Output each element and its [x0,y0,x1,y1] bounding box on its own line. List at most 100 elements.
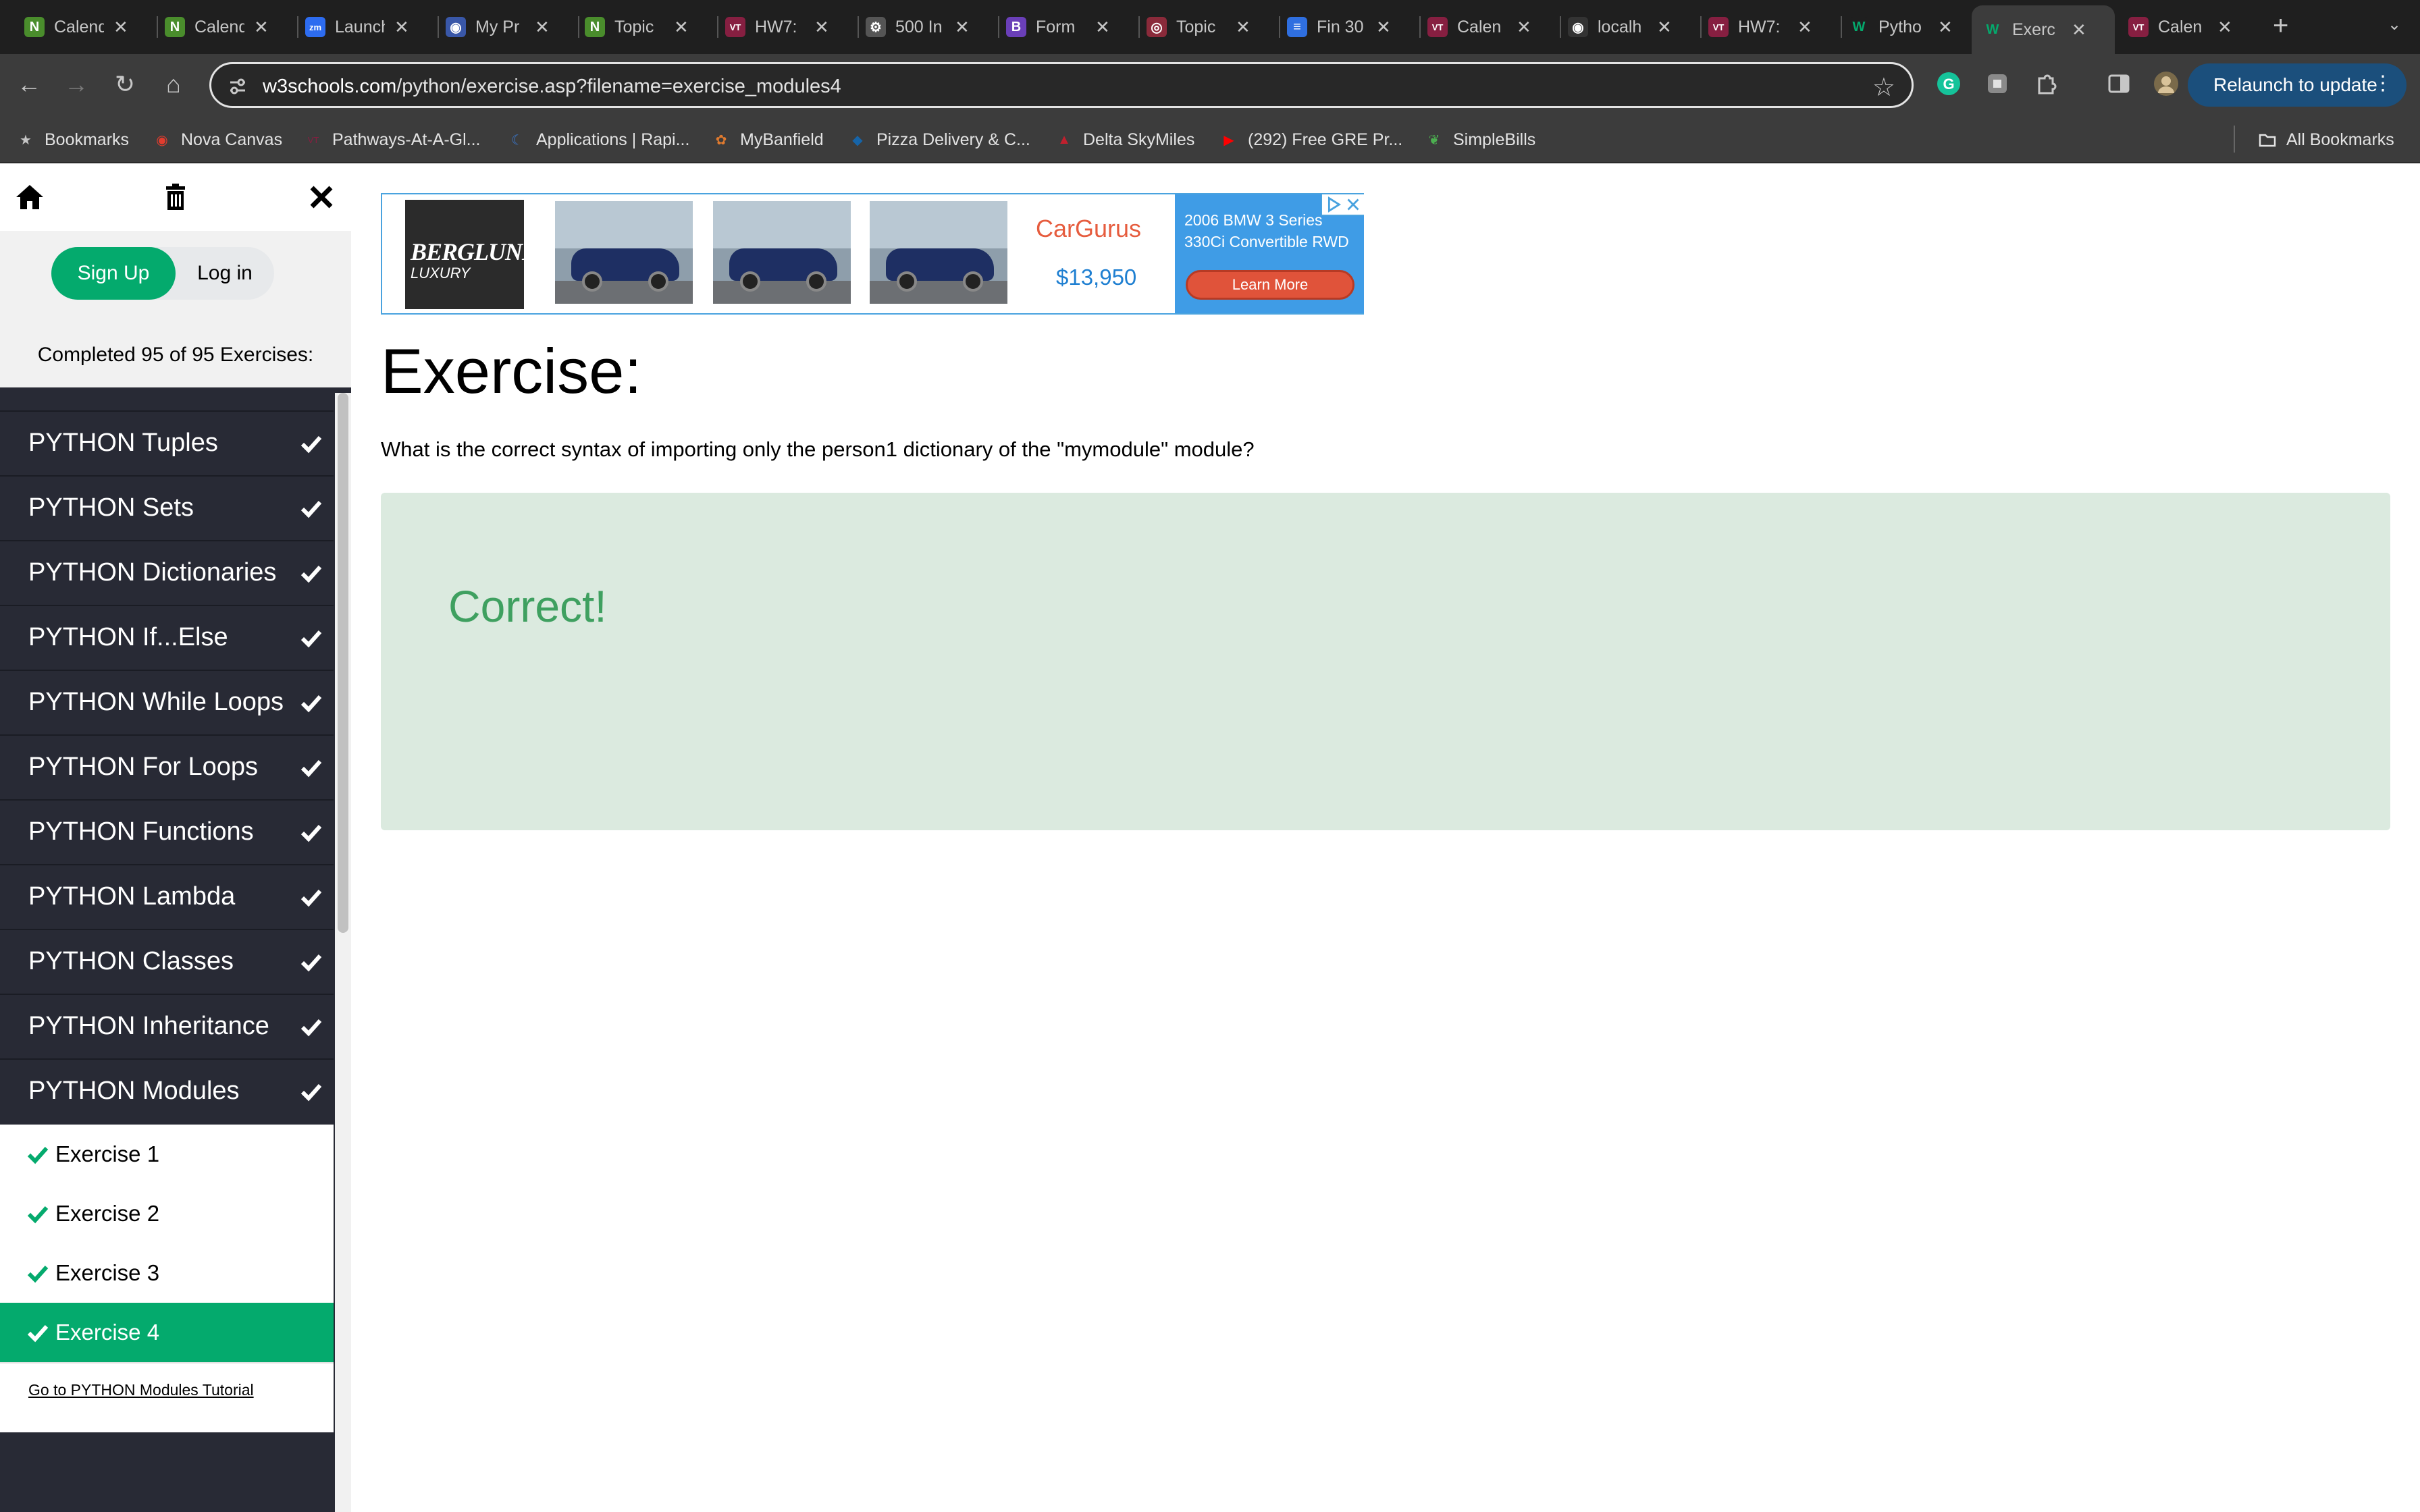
browser-tab[interactable]: B Form ✕ [1006,8,1110,46]
tab-close-icon[interactable]: ✕ [1376,17,1391,38]
browser-tab[interactable]: VT HW7: ✕ [1708,8,1812,46]
w3schools-icon: W [1849,17,1869,37]
advertisement-banner[interactable]: BERGLUND LUXURY CarGurus $13,950 2006 BM… [381,193,1364,315]
sidebar-scrollbar[interactable] [335,393,351,1512]
sidebar-category[interactable]: PYTHON If...Else [0,605,334,668]
relaunch-button[interactable]: Relaunch to update ⋮ [2188,63,2406,107]
tab-close-icon[interactable]: ✕ [394,17,409,38]
bookmark-item[interactable]: VT Pathways-At-A-Gl... [304,128,481,151]
tab-close-icon[interactable]: ✕ [955,17,970,38]
browser-tab[interactable]: ⚙ 500 In ✕ [866,8,970,46]
sidebar-category[interactable]: PYTHON While Loops [0,670,334,733]
tab-close-icon[interactable]: ✕ [1236,17,1251,38]
browser-tab[interactable]: ≡ Fin 30 ✕ [1287,8,1391,46]
tab-separator [858,16,859,38]
exercise-label: Exercise 1 [55,1141,160,1166]
more-icon[interactable]: ⋮ [2373,72,2393,95]
tab-separator [1138,16,1140,38]
ad-learn-more-button[interactable]: Learn More [1186,270,1354,300]
profile-avatar[interactable] [2153,70,2180,97]
extension-icon[interactable] [1984,70,2011,97]
sidebar-category[interactable]: PYTHON Sets [0,475,334,539]
browser-tab[interactable]: VT Calen ✕ [2128,8,2232,46]
back-icon[interactable]: ← [12,68,46,101]
exercise-item[interactable]: Exercise 2 [0,1184,334,1243]
browser-tab[interactable]: N Calendar ✕ [24,8,128,46]
bookmark-item[interactable]: ▶ (292) Free GRE Pr... [1219,128,1402,151]
sidebar-category[interactable]: PYTHON For Loops [0,734,334,798]
browser-tab[interactable]: ◉ localh ✕ [1568,8,1672,46]
url-text[interactable]: w3schools.com/python/exercise.asp?filena… [263,76,841,98]
ad-choices-icon[interactable] [1321,194,1364,216]
sidebar-category[interactable]: PYTHON Dictionaries [0,540,334,603]
sidebar-category[interactable]: PYTHON Classes [0,929,334,992]
bookmark-label: MyBanfield [740,130,824,149]
bookmark-item[interactable]: ◆ Pizza Delivery & C... [848,128,1030,151]
browser-toolbar: ← → ↻ ⌂ w3schools.com/python/exercise.as… [0,54,2420,116]
home-icon[interactable]: ⌂ [157,68,190,101]
vt-icon: VT [2128,17,2149,37]
address-bar[interactable]: w3schools.com/python/exercise.asp?filena… [209,62,1914,108]
reload-icon[interactable]: ↻ [108,68,142,101]
sidebar-category[interactable]: PYTHON Tuples [0,410,334,474]
browser-tab[interactable]: zm Launch ✕ [305,8,409,46]
tab-close-icon[interactable]: ✕ [1657,17,1672,38]
sidebar-category[interactable]: PYTHON Functions [0,799,334,863]
home-icon[interactable] [14,181,46,213]
tab-close-icon[interactable]: ✕ [2072,20,2086,40]
exercise-label: Exercise 2 [55,1201,160,1226]
tab-close-icon[interactable]: ✕ [674,17,689,38]
notion-icon: N [165,17,185,37]
browser-tab[interactable]: W Exerc ✕ [1972,5,2115,54]
bookmark-item[interactable]: ▲ Delta SkyMiles [1055,128,1194,151]
exercise-item[interactable]: Exercise 3 [0,1243,334,1303]
bookmark-label: Bookmarks [45,130,130,149]
browser-tab[interactable]: ◉ My Pr ✕ [446,8,550,46]
auth-toggle: Sign Up Log in [51,247,274,300]
bookmark-item[interactable]: ◉ Nova Canvas [153,128,282,151]
tab-close-icon[interactable]: ✕ [814,17,829,38]
sidebar-category[interactable]: PYTHON Modules [0,1058,334,1122]
ad-logo-subtext: LUXURY [411,265,471,281]
all-bookmarks[interactable]: All Bookmarks [2258,128,2394,151]
browser-tab[interactable]: VT Calen ✕ [1427,8,1531,46]
checkmark-icon [300,565,322,583]
browser-tab[interactable]: ◎ Topic ✕ [1147,8,1251,46]
checkmark-icon [300,889,322,907]
tab-close-icon[interactable]: ✕ [1517,17,1531,38]
checkmark-icon [300,500,322,518]
tab-close-icon[interactable]: ✕ [113,17,128,38]
tab-close-icon[interactable]: ✕ [254,17,269,38]
tutorial-link[interactable]: Go to PYTHON Modules Tutorial [28,1381,254,1399]
exercise-item[interactable]: Exercise 4 [0,1303,334,1362]
tab-close-icon[interactable]: ✕ [1938,17,1953,38]
forward-icon[interactable]: → [59,68,93,101]
bookmark-item[interactable]: ❦ SimpleBills [1425,128,1536,151]
tab-close-icon[interactable]: ✕ [535,17,550,38]
tab-close-icon[interactable]: ✕ [1095,17,1110,38]
browser-tab[interactable]: N Topic ✕ [585,8,689,46]
bookmark-item[interactable]: ✿ MyBanfield [712,128,824,151]
new-tab-icon[interactable]: + [2273,11,2288,41]
signup-button[interactable]: Sign Up [51,247,176,300]
browser-tab[interactable]: N Calendar ✕ [165,8,269,46]
bookmark-item[interactable]: ☾ Applications | Rapi... [508,128,689,151]
sidebar-category[interactable]: PYTHON Inheritance [0,994,334,1057]
exercise-item[interactable]: Exercise 1 [0,1125,334,1184]
bookmark-item[interactable]: ★ Bookmarks [16,128,129,151]
tab-close-icon[interactable]: ✕ [1797,17,1812,38]
grammarly-icon[interactable]: G [1935,70,1962,97]
login-button[interactable]: Log in [176,247,274,300]
browser-tab[interactable]: W Pytho ✕ [1849,8,1953,46]
tab-close-icon[interactable]: ✕ [2217,17,2232,38]
trash-icon[interactable] [159,181,192,213]
bookmark-star-icon[interactable]: ☆ [1872,72,1895,103]
browser-tab[interactable]: VT HW7: ✕ [725,8,829,46]
tab-search-icon[interactable]: ⌄ [2382,15,2406,39]
extensions-puzzle-icon[interactable] [2032,70,2059,97]
site-info-icon[interactable] [228,76,248,97]
sidebar-category[interactable]: PYTHON Lambda [0,864,334,927]
side-panel-icon[interactable] [2105,70,2132,97]
close-icon[interactable] [305,181,338,213]
scrollbar-thumb[interactable] [338,393,348,933]
